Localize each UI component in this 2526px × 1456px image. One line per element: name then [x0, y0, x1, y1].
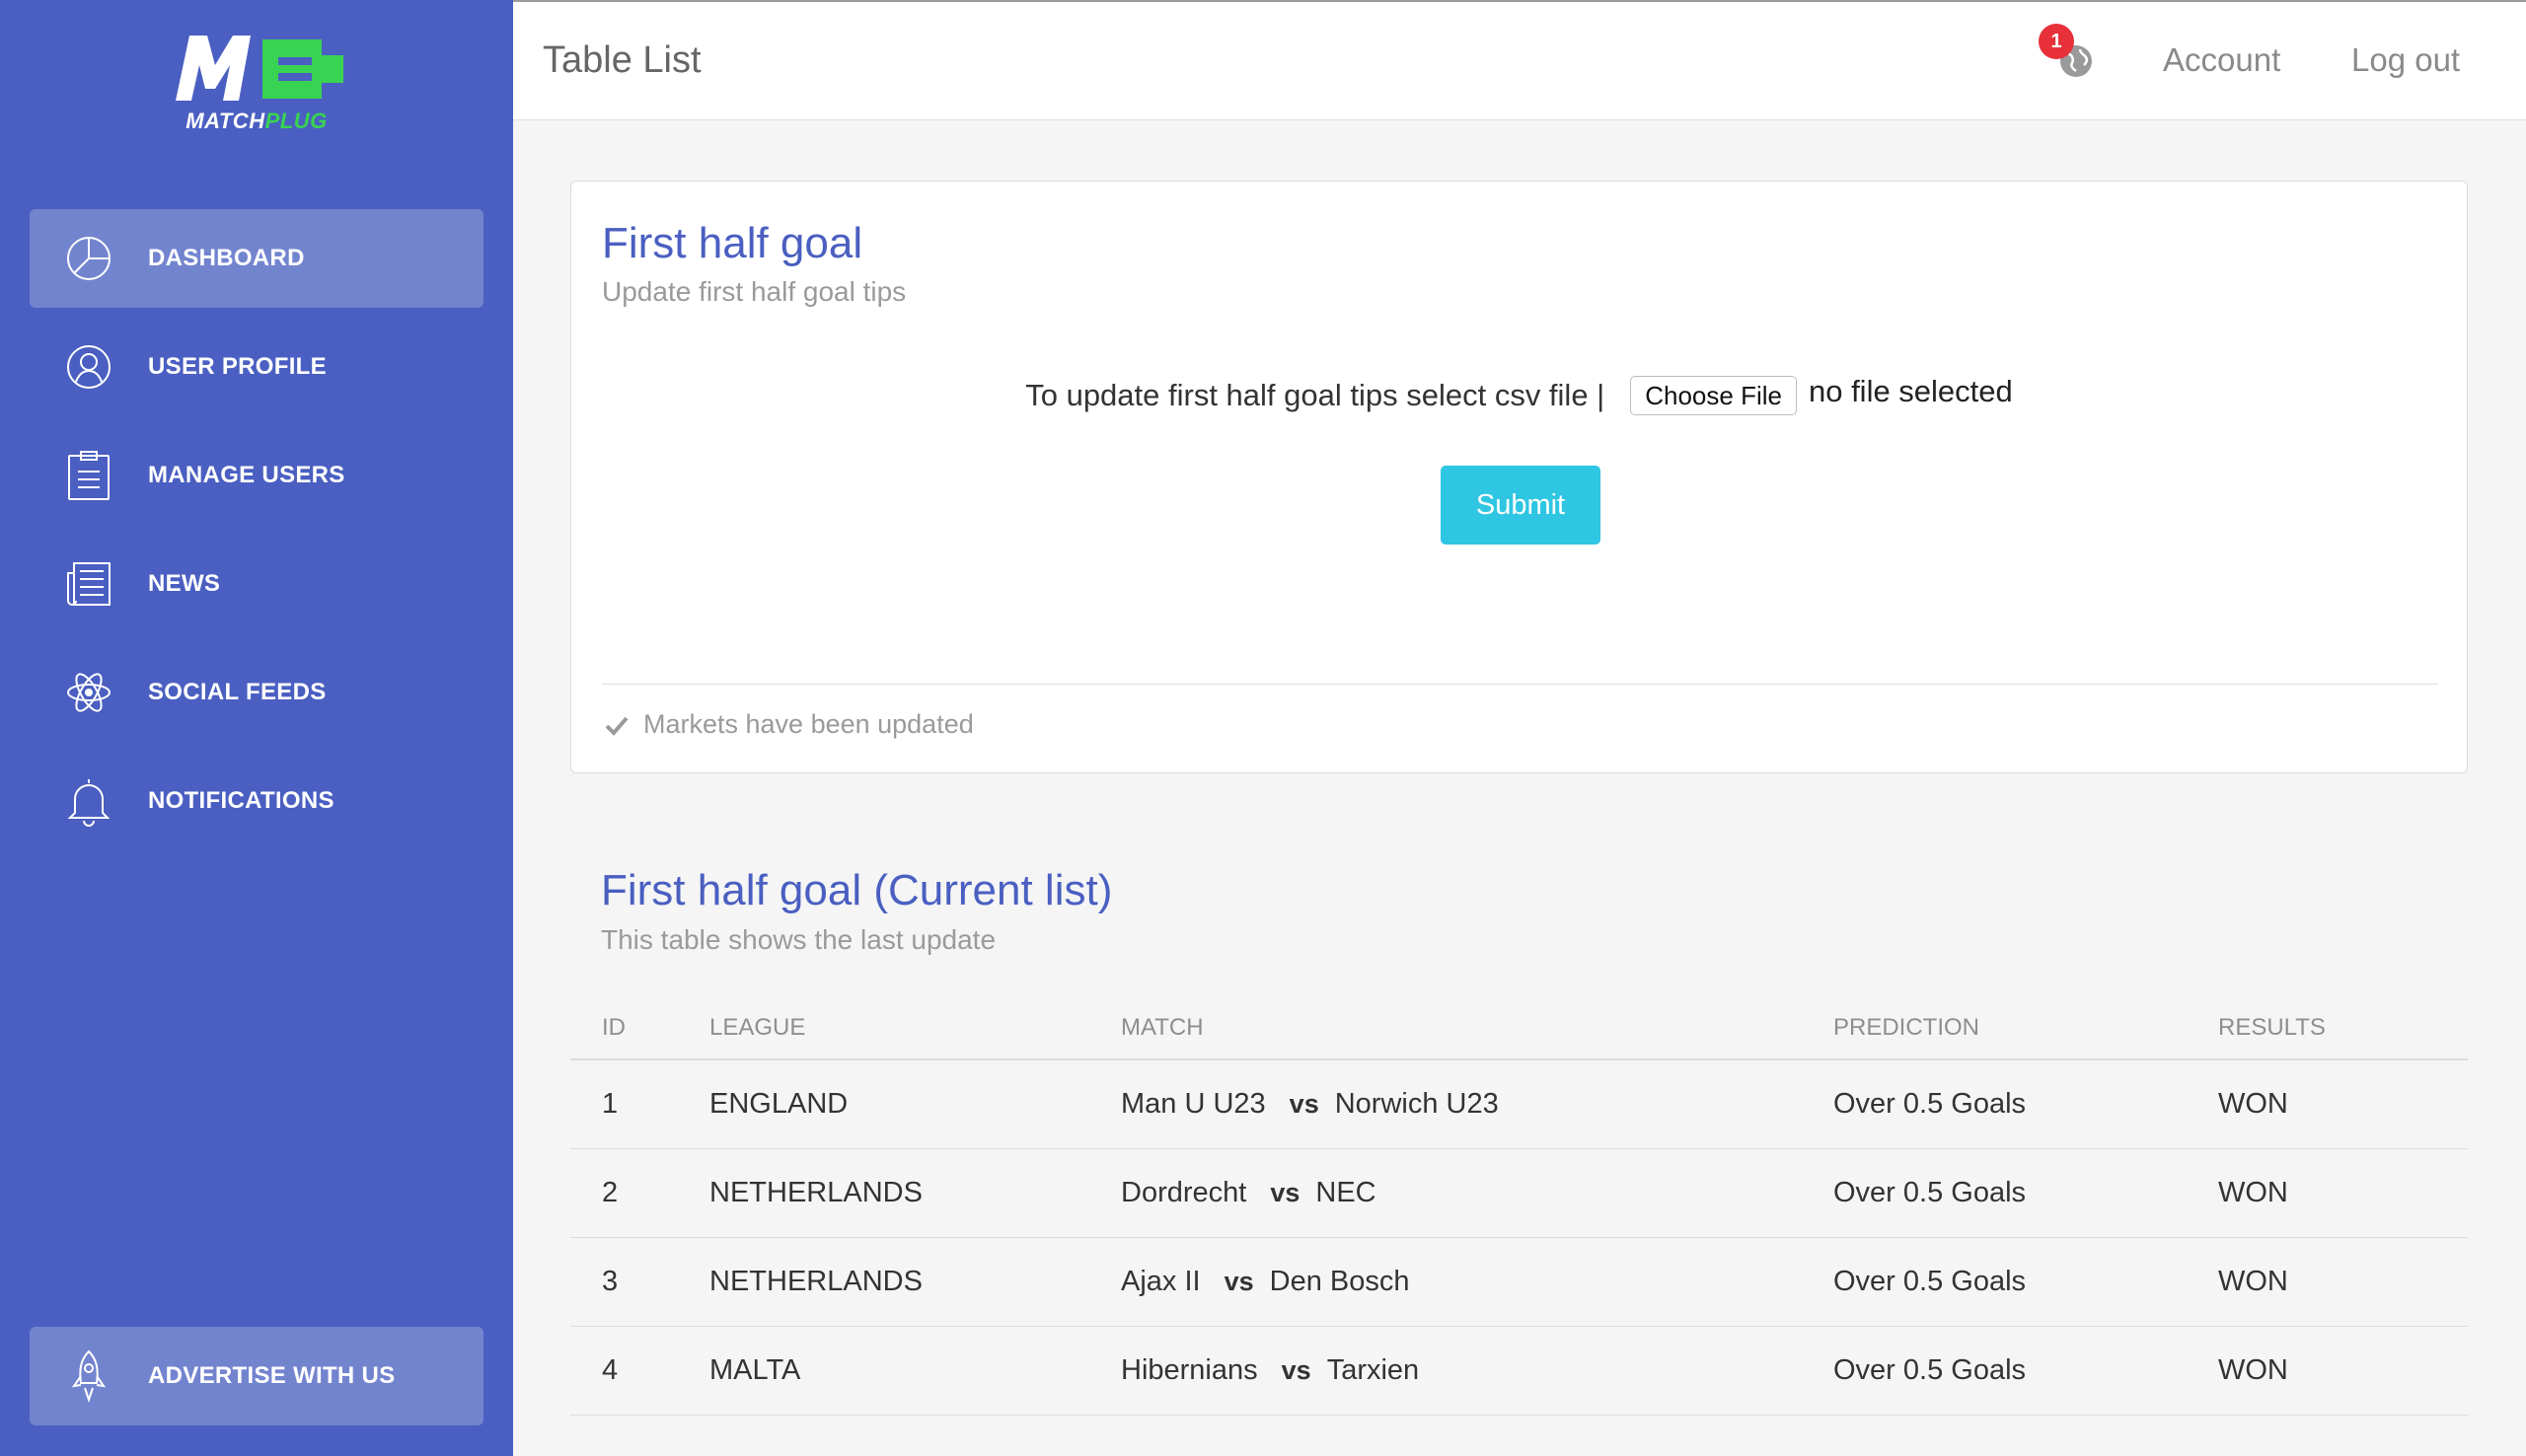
vs-label: vs	[1270, 1178, 1300, 1207]
table-row: 3 NETHERLANDS Ajax II vs Den Bosch Over 0.…	[570, 1238, 2468, 1327]
cell-league: NETHERLANDS	[709, 1266, 923, 1297]
cell-league: MALTA	[709, 1354, 801, 1386]
atom-icon	[64, 668, 113, 717]
table-section-title: First half goal (Current list)	[601, 866, 1113, 914]
header-prediction: PREDICTION	[1833, 1013, 1980, 1041]
sidebar-item-label: NEWS	[148, 570, 221, 597]
cell-result: WON	[2218, 1354, 2288, 1386]
card-title: First half goal	[602, 219, 863, 267]
away-team: Den Bosch	[1269, 1266, 1410, 1297]
home-team: Dordrecht	[1121, 1177, 1247, 1208]
header-league: LEAGUE	[709, 1013, 806, 1041]
sidebar-item-label: DASHBOARD	[148, 245, 305, 271]
rocket-icon	[64, 1349, 113, 1404]
cell-result: WON	[2218, 1266, 2288, 1297]
header-id: ID	[602, 1013, 626, 1041]
vs-label: vs	[1224, 1267, 1254, 1296]
cell-match: Man U U23 vs Norwich U23	[1121, 1060, 1499, 1148]
cell-id: 3	[602, 1266, 619, 1297]
header-match: MATCH	[1121, 1013, 1204, 1041]
newspaper-icon	[64, 559, 113, 609]
home-team: Man U U23	[1121, 1088, 1266, 1120]
home-team: Hibernians	[1121, 1354, 1258, 1386]
logo-wordmark: MATCHPLUG	[186, 109, 328, 133]
vs-label: vs	[1281, 1355, 1311, 1385]
cell-id: 2	[602, 1177, 619, 1208]
logout-link[interactable]: Log out	[2351, 41, 2460, 79]
sidebar-item-dashboard[interactable]: DASHBOARD	[30, 209, 483, 308]
sidebar-item-label: MANAGE USERS	[148, 462, 345, 488]
cell-prediction: Over 0.5 Goals	[1833, 1177, 2027, 1208]
sidebar-item-notifications[interactable]: NOTIFICATIONS	[30, 752, 483, 850]
card-footer: Markets have been updated	[604, 709, 974, 740]
sidebar-item-manage-users[interactable]: MANAGE USERS	[30, 426, 483, 525]
cell-league: NETHERLANDS	[709, 1177, 923, 1208]
sidebar-item-social-feeds[interactable]: SOCIAL FEEDS	[30, 643, 483, 742]
choose-file-button[interactable]: Choose File	[1630, 376, 1797, 415]
page-title: Table List	[543, 39, 702, 81]
check-icon	[605, 716, 629, 736]
sidebar-item-label: USER PROFILE	[148, 353, 327, 380]
sidebar-item-label: NOTIFICATIONS	[148, 787, 334, 814]
cell-id: 4	[602, 1354, 619, 1386]
away-team: NEC	[1315, 1177, 1376, 1208]
cell-prediction: Over 0.5 Goals	[1833, 1266, 2027, 1297]
sidebar: MATCHPLUG DASHBOARD USER PROFILE MANAGE …	[0, 0, 513, 1456]
upload-row: To update first half goal tips select cs…	[571, 374, 2467, 415]
upload-card: First half goal Update first half goal t…	[570, 181, 2468, 773]
card-subtitle: Update first half goal tips	[602, 276, 907, 307]
sidebar-item-user-profile[interactable]: USER PROFILE	[30, 318, 483, 416]
clipboard-icon	[64, 451, 113, 500]
pie-chart-icon	[64, 234, 113, 283]
header-results: RESULTS	[2218, 1013, 2326, 1041]
advertise-label: ADVERTISE WITH US	[148, 1362, 396, 1389]
cell-result: WON	[2218, 1088, 2288, 1120]
sidebar-nav: DASHBOARD USER PROFILE MANAGE USERS NEWS…	[30, 209, 483, 860]
table-row: 2 NETHERLANDS Dordrecht vs NEC Over 0.5 Go…	[570, 1149, 2468, 1238]
table-section-subtitle: This table shows the last update	[601, 924, 997, 955]
away-team: Norwich U23	[1334, 1088, 1499, 1120]
away-team: Tarxien	[1326, 1354, 1420, 1386]
upload-label: To update first half goal tips select cs…	[1025, 378, 1605, 412]
submit-button[interactable]: Submit	[1441, 466, 1600, 545]
table-row: 4 MALTA Hibernians vs Tarxien Over 0.5 Goa…	[570, 1327, 2468, 1416]
logo-mark-icon	[176, 36, 343, 101]
cell-result: WON	[2218, 1177, 2288, 1208]
notification-badge[interactable]: 1	[2039, 24, 2074, 59]
top-navbar: Table List 1 Account Log out	[513, 0, 2526, 120]
vs-label: vs	[1289, 1089, 1319, 1119]
cell-match: Ajax II vs Den Bosch	[1121, 1238, 1410, 1326]
table-header: ID LEAGUE MATCH PREDICTION RESULTS	[570, 996, 2468, 1060]
cell-prediction: Over 0.5 Goals	[1833, 1088, 2027, 1120]
sidebar-item-news[interactable]: NEWS	[30, 535, 483, 633]
account-link[interactable]: Account	[2163, 41, 2280, 79]
matchplug-logo[interactable]: MATCHPLUG	[168, 30, 345, 138]
bell-icon	[64, 776, 113, 827]
file-status: no file selected	[1808, 374, 2013, 408]
cell-league: ENGLAND	[709, 1088, 849, 1120]
tips-table: ID LEAGUE MATCH PREDICTION RESULTS 1 ENG…	[570, 996, 2468, 1416]
sidebar-item-label: SOCIAL FEEDS	[148, 679, 327, 705]
user-icon	[64, 342, 113, 392]
cell-match: Hibernians vs Tarxien	[1121, 1327, 1419, 1415]
table-row: 1 ENGLAND Man U U23 vs Norwich U23 Over 0.…	[570, 1060, 2468, 1149]
home-team: Ajax II	[1121, 1266, 1201, 1297]
cell-prediction: Over 0.5 Goals	[1833, 1354, 2027, 1386]
cell-match: Dordrecht vs NEC	[1121, 1149, 1376, 1237]
advertise-with-us-button[interactable]: ADVERTISE WITH US	[30, 1327, 483, 1425]
card-divider	[602, 684, 2438, 685]
update-status-text: Markets have been updated	[643, 709, 974, 739]
cell-id: 1	[602, 1088, 619, 1120]
